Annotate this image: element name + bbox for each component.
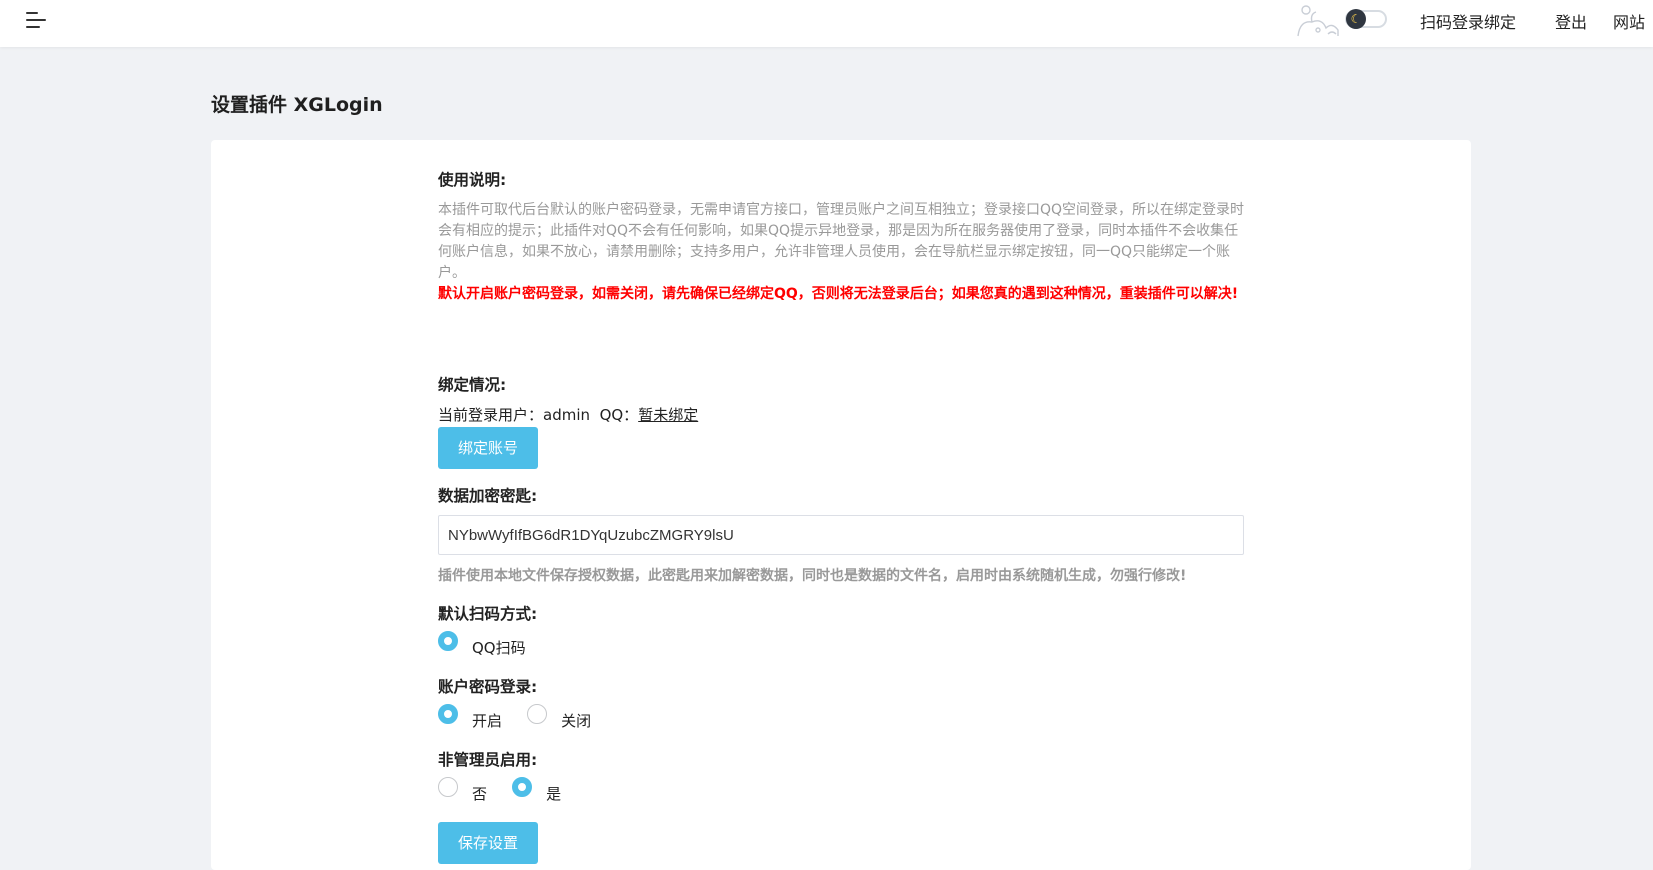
radio-label: 关闭: [561, 712, 592, 730]
binding-title: 绑定情况:: [438, 376, 507, 394]
encryption-key-title: 数据加密密匙:: [438, 487, 538, 505]
radio-label: 是: [546, 785, 562, 803]
radio-label: 开启: [472, 712, 503, 730]
password-login-title: 账户密码登录:: [438, 678, 538, 696]
radio-non-admin-yes[interactable]: 是: [512, 777, 561, 804]
theme-toggle[interactable]: ☾: [1345, 9, 1387, 29]
encryption-key-help: 插件使用本地文件保存授权数据，此密匙用来加解密数据，同时也是数据的文件名，启用时…: [438, 568, 1187, 584]
password-login-options: 开启 关闭: [438, 704, 611, 730]
radio-indicator: [438, 777, 458, 797]
logout-link[interactable]: 登出: [1555, 9, 1587, 33]
site-link[interactable]: 网站: [1613, 9, 1645, 33]
scan-mode-title: 默认扫码方式:: [438, 605, 538, 623]
top-navbar: ☾ 扫码登录绑定 登出 网站: [0, 0, 1653, 47]
usage-description: 本插件可取代后台默认的账户密码登录，无需申请官方接口，管理员账户之间互相独立；登…: [438, 202, 1245, 281]
radio-non-admin-no[interactable]: 否: [438, 777, 487, 804]
radio-indicator: [438, 631, 458, 651]
qq-label: QQ：: [599, 406, 639, 424]
menu-icon[interactable]: [26, 11, 50, 31]
username: admin: [543, 406, 591, 424]
scan-mode-options: QQ扫码: [438, 631, 546, 657]
radio-qq-scan[interactable]: QQ扫码: [438, 631, 526, 658]
radio-label: 否: [472, 785, 488, 803]
usage-warning: 默认开启账户密码登录，如需关闭，请先确保已经绑定QQ，否则将无法登录后台；如果您…: [438, 286, 1239, 302]
non-admin-options: 否 是: [438, 777, 581, 803]
save-settings-button[interactable]: 保存设置: [438, 822, 538, 864]
encryption-key-input[interactable]: [438, 515, 1244, 555]
moon-icon: ☾: [1346, 9, 1366, 29]
usage-block: 本插件可取代后台默认的账户密码登录，无需申请官方接口，管理员账户之间互相独立；登…: [438, 192, 1248, 305]
radio-indicator: [512, 777, 533, 797]
page-title: 设置插件 XGLogin: [211, 94, 383, 116]
qq-status-link[interactable]: 暂未绑定: [638, 406, 698, 424]
radio-indicator: [438, 704, 458, 724]
radio-password-enable[interactable]: 开启: [438, 704, 502, 731]
radio-label: QQ扫码: [472, 639, 526, 657]
usage-title: 使用说明:: [438, 171, 507, 189]
bind-account-button[interactable]: 绑定账号: [438, 427, 538, 469]
settings-card: 使用说明: 本插件可取代后台默认的账户密码登录，无需申请官方接口，管理员账户之间…: [211, 140, 1471, 870]
user-label: 当前登录用户：: [438, 406, 544, 424]
qr-bind-link[interactable]: 扫码登录绑定: [1420, 9, 1516, 33]
radio-indicator: [527, 704, 548, 724]
non-admin-title: 非管理员启用:: [438, 751, 538, 769]
binding-status: 当前登录用户：admin QQ：暂未绑定: [438, 404, 698, 425]
radio-password-disable[interactable]: 关闭: [527, 704, 591, 731]
